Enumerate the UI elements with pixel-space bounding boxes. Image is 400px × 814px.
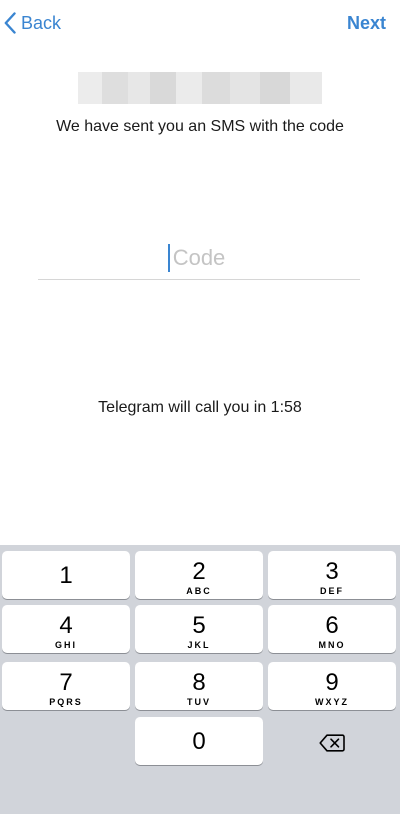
text-cursor — [168, 244, 170, 272]
key-letters: TUV — [187, 697, 211, 707]
back-button[interactable]: Back — [4, 8, 61, 38]
key-4[interactable]: 4 GHI — [2, 605, 130, 653]
key-letters: MNO — [318, 640, 346, 650]
key-5[interactable]: 5 JKL — [135, 605, 263, 653]
key-0[interactable]: 0 — [135, 717, 263, 765]
key-digit: 6 — [325, 612, 339, 639]
key-letters: WXYZ — [315, 697, 349, 707]
navigation-bar: Back Next — [0, 0, 400, 46]
redacted-phone-number — [78, 72, 322, 104]
sms-sent-message: We have sent you an SMS with the code — [56, 118, 344, 135]
back-label: Back — [21, 12, 62, 33]
key-digit: 5 — [192, 612, 206, 639]
code-input[interactable] — [38, 242, 360, 274]
key-9[interactable]: 9 WXYZ — [268, 662, 396, 710]
key-2[interactable]: 2 ABC — [135, 551, 263, 599]
key-3[interactable]: 3 DEF — [268, 551, 396, 599]
code-field[interactable] — [38, 238, 360, 280]
key-letters: PQRS — [49, 697, 83, 707]
next-button[interactable]: Next — [347, 8, 386, 38]
delete-key[interactable] — [268, 719, 396, 767]
call-countdown-message: Telegram will call you in 1:58 — [98, 399, 302, 416]
key-6[interactable]: 6 MNO — [268, 605, 396, 653]
numeric-keypad: 1 2 ABC 3 DEF 4 GHI 5 JKL 6 MNO 7 PQRS 8… — [0, 545, 400, 814]
key-digit: 8 — [192, 669, 206, 696]
key-digit: 1 — [59, 562, 73, 589]
key-digit: 0 — [192, 728, 206, 755]
key-7[interactable]: 7 PQRS — [2, 662, 130, 710]
key-digit: 3 — [325, 558, 339, 585]
key-digit: 2 — [192, 558, 206, 585]
key-8[interactable]: 8 TUV — [135, 662, 263, 710]
key-letters: GHI — [54, 640, 77, 650]
key-letters: JKL — [187, 640, 211, 650]
key-digit: 9 — [325, 669, 339, 696]
backspace-icon — [319, 734, 345, 752]
key-1[interactable]: 1 — [2, 551, 130, 599]
key-letters: ABC — [186, 586, 212, 596]
key-digit: 4 — [59, 612, 73, 639]
key-letters: DEF — [320, 586, 344, 596]
key-digit: 7 — [59, 669, 73, 696]
chevron-left-icon — [4, 12, 16, 34]
